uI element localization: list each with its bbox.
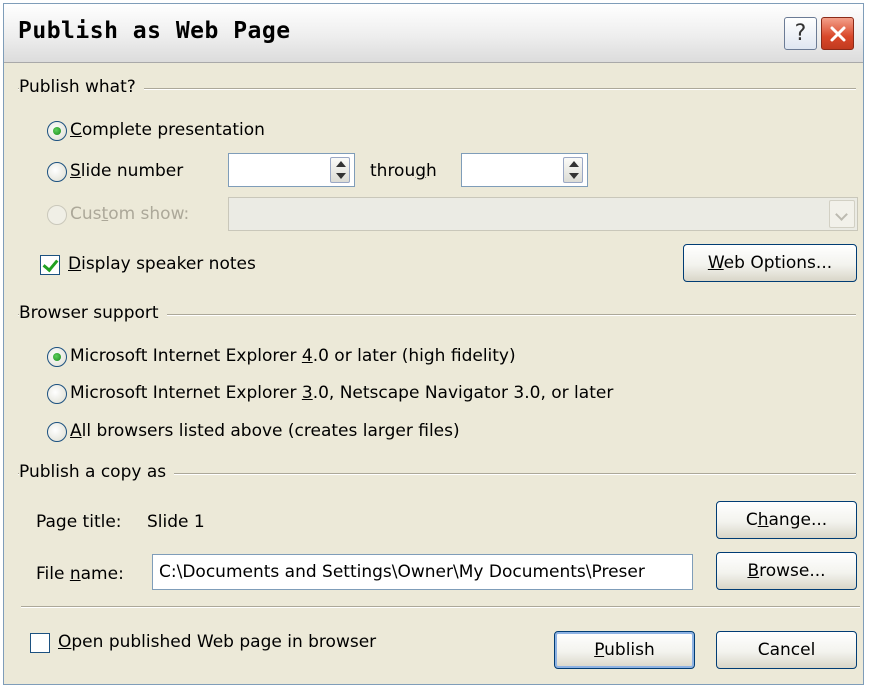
slide-to-spin-icon[interactable] (563, 157, 583, 183)
browser-support-label: Browser support (19, 303, 167, 323)
close-icon (830, 26, 845, 41)
custom-show-radio[interactable] (47, 205, 67, 225)
page-title-value: Slide 1 (147, 512, 205, 532)
speaker-notes-checkbox[interactable] (40, 255, 60, 275)
all-browsers-radio[interactable] (47, 422, 67, 442)
open-in-browser-checkbox[interactable] (30, 633, 50, 653)
speaker-notes-label[interactable]: Display speaker notes (68, 254, 256, 274)
dropdown-arrow-icon[interactable] (829, 200, 855, 228)
publish-button[interactable]: Publish (554, 631, 695, 669)
through-label: through (370, 161, 437, 181)
footer-separator (21, 606, 860, 608)
open-in-browser-label[interactable]: Open published Web page in browser (58, 632, 376, 652)
slide-from-spin-icon[interactable] (330, 157, 350, 183)
file-name-input[interactable]: C:\Documents and Settings\Owner\My Docum… (152, 554, 693, 590)
ie3-label[interactable]: Microsoft Internet Explorer 3.0, Netscap… (70, 383, 613, 403)
custom-show-select[interactable] (228, 197, 858, 231)
close-button[interactable] (821, 17, 854, 50)
page-title-label: Page title: (36, 512, 122, 532)
web-options-button[interactable]: Web Options... (683, 244, 857, 282)
browse-button[interactable]: Browse... (716, 552, 857, 590)
dialog-title: Publish as Web Page (18, 18, 291, 44)
publish-dialog: Publish as Web Page ? Publish what? Comp… (3, 3, 864, 685)
all-browsers-label[interactable]: All browsers listed above (creates large… (70, 421, 460, 441)
title-bar[interactable]: Publish as Web Page ? (4, 4, 863, 63)
ie4-label[interactable]: Microsoft Internet Explorer 4.0 or later… (70, 346, 516, 366)
complete-presentation-label[interactable]: Complete presentation (70, 120, 265, 140)
slide-number-label[interactable]: Slide number (70, 161, 183, 181)
complete-presentation-radio[interactable] (47, 121, 67, 141)
publish-what-label: Publish what? (19, 77, 144, 97)
custom-show-label: Custom show: (70, 204, 190, 224)
ie4-radio[interactable] (47, 347, 67, 367)
help-button[interactable]: ? (784, 17, 817, 50)
publish-copy-label: Publish a copy as (19, 462, 175, 482)
change-button[interactable]: Change... (716, 501, 857, 539)
cancel-button[interactable]: Cancel (716, 631, 857, 669)
slide-number-radio[interactable] (47, 162, 67, 182)
ie3-radio[interactable] (47, 384, 67, 404)
help-icon: ? (794, 21, 807, 46)
file-name-label: File name: (36, 564, 124, 584)
